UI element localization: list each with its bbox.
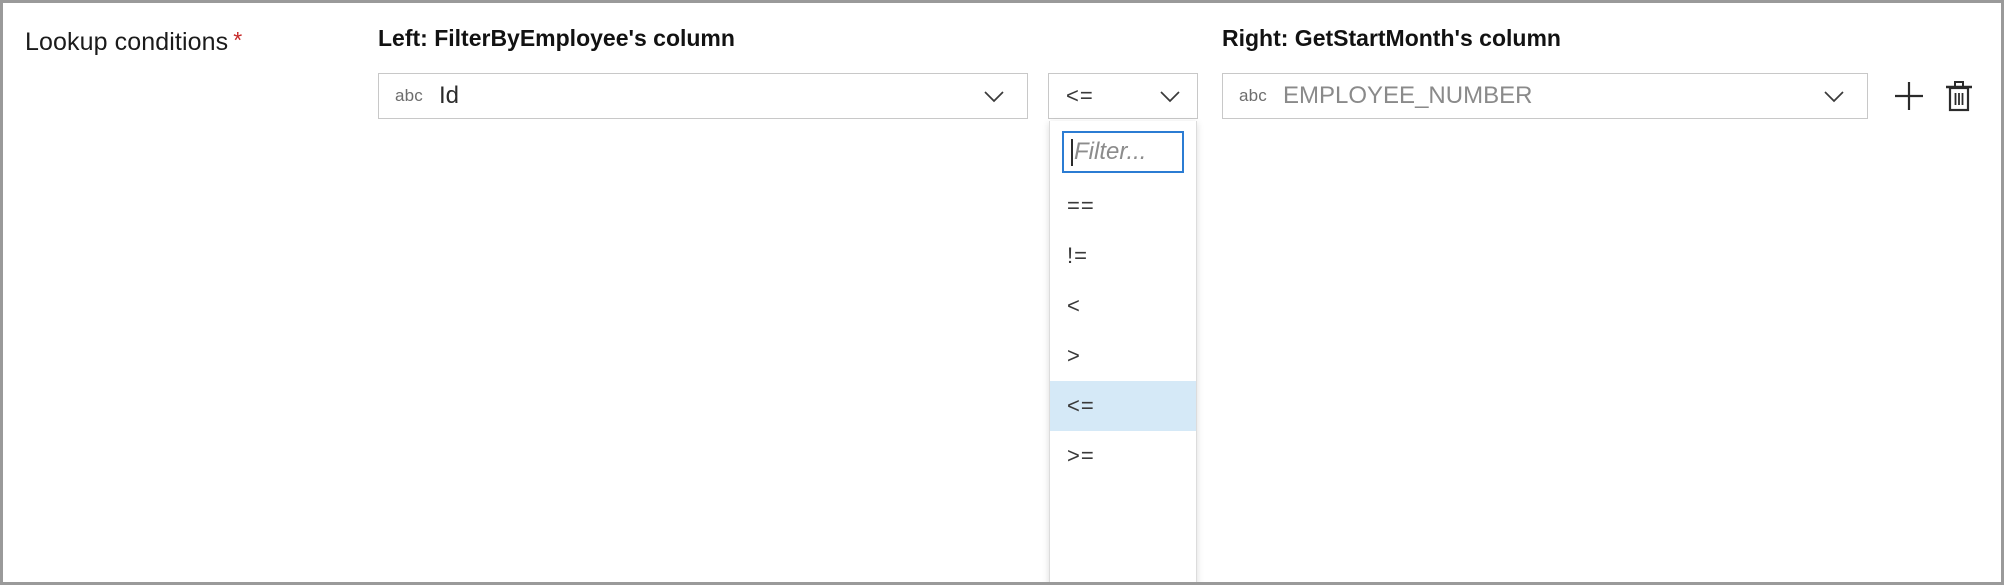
operator-option-label: >= [1067,443,1095,469]
operator-option-neq[interactable]: != [1050,231,1196,281]
chevron-down-icon[interactable] [1821,83,1847,109]
text-type-icon: abc [1239,86,1267,106]
chevron-down-icon[interactable] [981,83,1007,109]
operator-combobox[interactable]: <= [1048,73,1198,119]
chevron-down-icon[interactable] [1157,83,1183,109]
left-column-combobox[interactable]: abc Id [378,73,1028,119]
operator-filter-placeholder: Filter... [1074,138,1146,166]
operator-option-label: == [1067,193,1095,219]
operator-filter-wrapper: Filter... [1050,121,1196,181]
operator-option-gte[interactable]: >= [1050,431,1196,481]
operator-option-label: < [1067,293,1081,319]
plus-icon[interactable] [1889,76,1929,116]
operator-value: <= [1066,83,1094,109]
operator-filter-input[interactable]: Filter... [1062,131,1184,173]
text-caret [1071,139,1073,166]
lookup-conditions-label-text: Lookup conditions [25,28,228,56]
left-column-value: Id [439,82,459,110]
lookup-conditions-panel: Lookup conditions* Left: FilterByEmploye… [0,0,2004,585]
right-column-heading: Right: GetStartMonth's column [1222,25,1561,52]
lookup-conditions-label: Lookup conditions* [25,27,242,57]
operator-option-lte[interactable]: <= [1050,381,1196,431]
right-column-value: EMPLOYEE_NUMBER [1283,82,1532,110]
operator-dropdown-panel: Filter... == != < > <= >= [1049,121,1197,585]
right-column-combobox[interactable]: abc EMPLOYEE_NUMBER [1222,73,1868,119]
left-column-heading: Left: FilterByEmployee's column [378,25,735,52]
trash-icon[interactable] [1939,76,1979,116]
operator-option-label: != [1067,243,1088,269]
operator-option-label: > [1067,343,1081,369]
operator-option-label: <= [1067,393,1095,419]
operator-option-eq[interactable]: == [1050,181,1196,231]
operator-option-gt[interactable]: > [1050,331,1196,381]
operator-option-lt[interactable]: < [1050,281,1196,331]
required-asterisk: * [233,27,242,53]
text-type-icon: abc [395,86,423,106]
